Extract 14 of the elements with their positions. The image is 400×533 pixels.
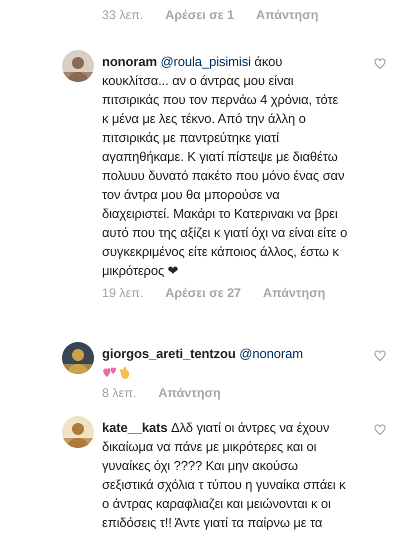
reply-link[interactable]: Απάντηση: [263, 284, 326, 302]
reply-link[interactable]: Απάντηση: [256, 6, 318, 24]
like-heart-icon[interactable]: [374, 424, 386, 436]
comment-text: kate__kats Δλδ γιατί οι άντρες να έχουν δικαίωμα να πάνε με μικρότερες και οι γυναίκες όχι ???? Και μην ακούσω σεξιστικά σχόλια τ τύπου η γυναίκα σπάει κ ο άντρας καραφλιαζει και μειώνονται κ οι επιδόσεις τ!! Άντε γιατί τα παίρνω με τα: [102, 419, 347, 532]
like-heart-icon[interactable]: [374, 58, 386, 70]
comment-text: nonoram @roula_pisimisi άκου κουκλίτσα... αν ο άντρας μου είναι πιτσιρικάς που τον περνάω 4 χρόνια, τότε κ μένα με λες τέκνο. Από την άλλη ο πιτσιρικάς με παντρεύτηκε γιατί αγαπηθήκαμε. Κ γιατί πίστεψε με διαθέτω πολυυυ δυνατό πακέτο που μόνο ένας σαν τον άντρα μου θα μπορούσε να διαχειριστεί. Μακάρι το Κατερινακι να βρει αυτό που της αξίζει κ γιατί όχι να είναι είτε ο συγκεκριμένος είτε κάποιος άλλος, έστω κ μικρότερος ❤: [102, 53, 348, 280]
reply-link[interactable]: Απάντηση: [158, 384, 221, 402]
comment-time: 33 λεπ.: [102, 7, 144, 24]
comment-time: 8 λεπ.: [102, 385, 136, 402]
likes-link[interactable]: Αρέσει σε 27: [165, 284, 241, 302]
like-heart-icon[interactable]: [374, 350, 386, 362]
comment-time: 19 λεπ.: [102, 285, 144, 302]
likes-link[interactable]: Αρέσει σε 1: [165, 6, 234, 24]
comment-text: giorgos_areti_tentzou @nonoram: [102, 345, 304, 363]
